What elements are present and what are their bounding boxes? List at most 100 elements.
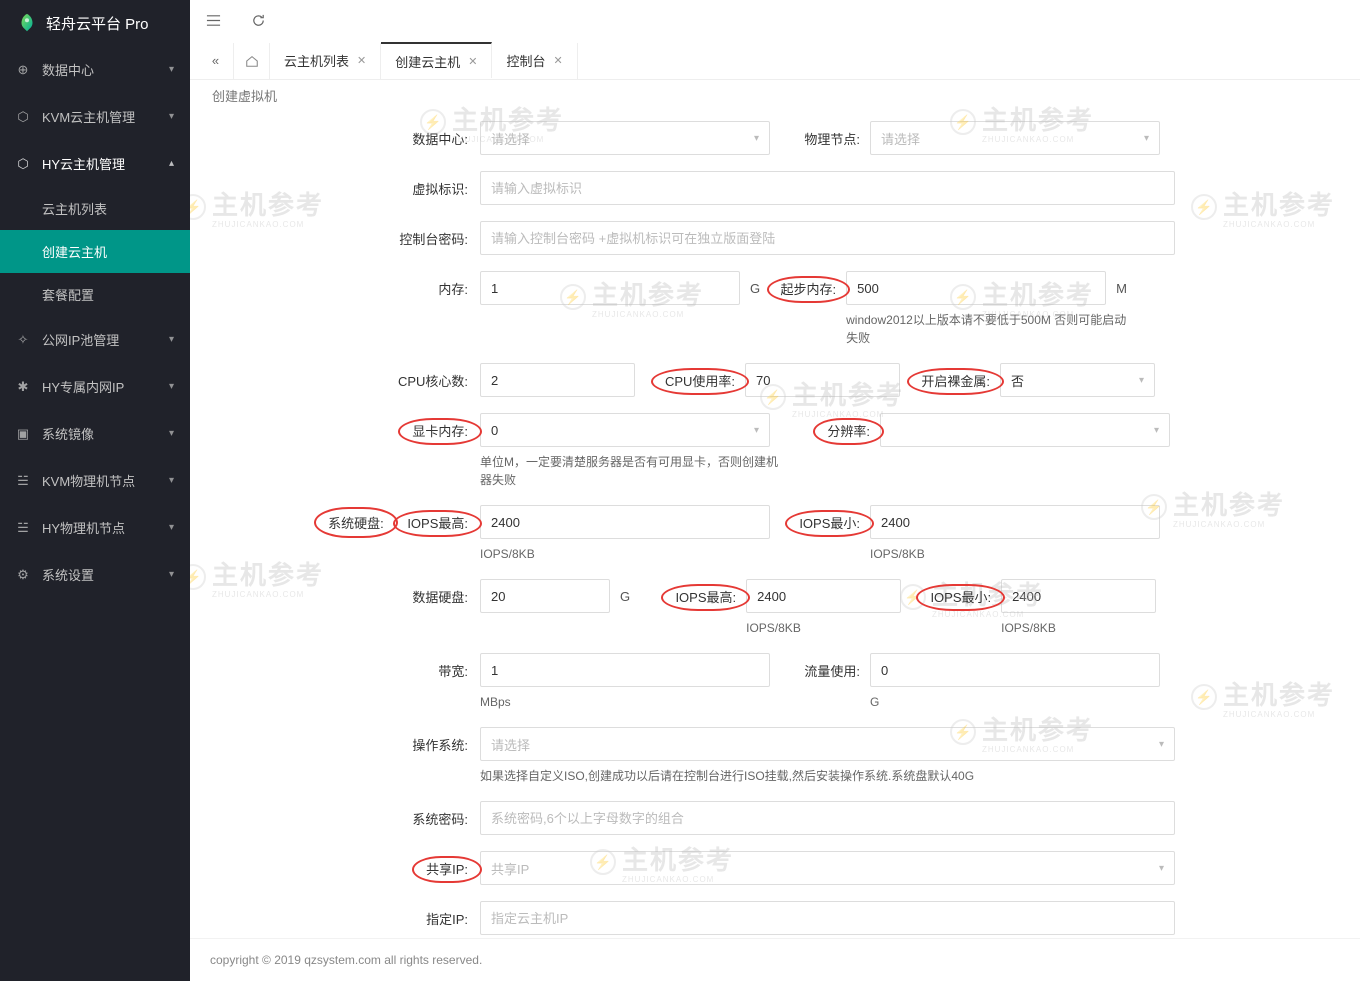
home-tab-icon[interactable] xyxy=(234,43,270,79)
hint-data-iops-max: IOPS/8KB xyxy=(746,619,901,637)
chevron-down-icon: ▾ xyxy=(169,569,174,580)
label-baremetal: 开启裸金属: xyxy=(921,374,990,389)
input-vmid[interactable] xyxy=(480,171,1175,205)
sidebar-item-images[interactable]: ▣ 系统镜像 ▾ xyxy=(0,410,190,457)
label-datadisk: 数据硬盘: xyxy=(190,579,480,606)
unit-memory: G xyxy=(744,281,766,296)
rocket-icon xyxy=(16,12,38,34)
input-cpuusage[interactable] xyxy=(745,363,900,397)
hint-iops-max: IOPS/8KB xyxy=(480,545,770,563)
input-cpucores[interactable] xyxy=(480,363,635,397)
cube-icon: ⬡ xyxy=(16,157,30,171)
select-node[interactable]: 请选择 ▾ xyxy=(870,121,1160,155)
label-cpuusage: CPU使用率: xyxy=(665,374,735,389)
cube-icon: ⬡ xyxy=(16,110,30,124)
label-datacenter: 数据中心: xyxy=(190,121,480,148)
tabs-prev-icon[interactable]: « xyxy=(198,43,234,79)
unit-start-memory: M xyxy=(1110,281,1133,296)
form-scroll[interactable]: ⚡主机参考ZHUJICANKAO.COM ⚡主机参考ZHUJICANKAO.CO… xyxy=(190,80,1360,938)
main: « 云主机列表 ✕ 创建云主机 ✕ 控制台 ✕ ⚡主机参考ZHUJICANKAO… xyxy=(190,0,1360,981)
input-syspwd[interactable] xyxy=(480,801,1175,835)
sidebar-item-kvmnode[interactable]: ☱ KVM物理机节点 ▾ xyxy=(0,457,190,504)
breadcrumb: 创建虚拟机 xyxy=(190,84,1360,113)
label-resolution: 分辨率: xyxy=(827,424,870,439)
label-iops-max: IOPS最高: xyxy=(407,516,468,531)
hint-start-memory: window2012以上版本请不要低于500M 否则可能启动失败 xyxy=(846,311,1136,347)
input-consolepwd[interactable] xyxy=(480,221,1175,255)
unit-datadisk: G xyxy=(614,589,636,604)
select-resolution[interactable]: ▾ xyxy=(880,413,1170,447)
select-shareip[interactable]: 共享IP ▾ xyxy=(480,851,1175,885)
input-start-memory[interactable] xyxy=(846,271,1106,305)
brand: 轻舟云平台 Pro xyxy=(0,0,190,46)
sidebar-item-ippool[interactable]: ✧ 公网IP池管理 ▾ xyxy=(0,316,190,363)
chevron-down-icon: ▾ xyxy=(169,111,174,122)
input-datadisk[interactable] xyxy=(480,579,610,613)
sidebar-sub-create[interactable]: 创建云主机 xyxy=(0,230,190,273)
network-icon: ✱ xyxy=(16,380,30,394)
input-data-iops-max[interactable] xyxy=(746,579,901,613)
select-gpumem[interactable]: 0 ▾ xyxy=(480,413,770,447)
layers-icon: ☱ xyxy=(16,474,30,488)
gear-icon: ⚙ xyxy=(16,568,30,582)
chevron-down-icon: ▾ xyxy=(754,133,759,144)
label-start-memory: 起步内存: xyxy=(781,282,837,297)
label-bandwidth: 带宽: xyxy=(190,653,480,680)
input-iops-min[interactable] xyxy=(870,505,1160,539)
close-icon[interactable]: ✕ xyxy=(553,54,562,67)
close-icon[interactable]: ✕ xyxy=(468,55,477,68)
topbar xyxy=(190,0,1360,42)
sidebar-sub-package[interactable]: 套餐配置 xyxy=(0,273,190,316)
refresh-icon[interactable] xyxy=(251,13,266,28)
label-sysdisk: 系统硬盘: xyxy=(328,513,384,532)
select-os[interactable]: 请选择 ▾ xyxy=(480,727,1175,761)
tabs-bar: « 云主机列表 ✕ 创建云主机 ✕ 控制台 ✕ xyxy=(190,42,1360,80)
input-traffic[interactable] xyxy=(870,653,1160,687)
chevron-down-icon: ▾ xyxy=(1139,375,1144,386)
sidebar-item-kvm[interactable]: ⬡ KVM云主机管理 ▾ xyxy=(0,93,190,140)
tab-create[interactable]: 创建云主机 ✕ xyxy=(381,42,492,78)
brand-title: 轻舟云平台 Pro xyxy=(46,13,149,34)
hint-data-iops-min: IOPS/8KB xyxy=(1001,619,1156,637)
input-memory[interactable] xyxy=(480,271,740,305)
sidebar-item-settings[interactable]: ⚙ 系统设置 ▾ xyxy=(0,551,190,598)
select-baremetal[interactable]: 否 ▾ xyxy=(1000,363,1155,397)
label-gpumem: 显卡内存: xyxy=(412,424,468,439)
hint-os: 如果选择自定义ISO,创建成功以后请在控制台进行ISO挂载,然后安装操作系统.系… xyxy=(480,767,1180,785)
create-vm-form: 创建虚拟机 数据中心: 请选择 ▾ 物理节点: 请选择 ▾ 虚 xyxy=(190,84,1360,938)
sidebar-item-hynode[interactable]: ☱ HY物理机节点 ▾ xyxy=(0,504,190,551)
chevron-down-icon: ▾ xyxy=(1159,739,1164,750)
hint-gpumem: 单位M，一定要清楚服务器是否有可用显卡，否则创建机器失败 xyxy=(480,453,780,489)
sidebar-item-hy[interactable]: ⬡ HY云主机管理 ▴ xyxy=(0,140,190,187)
chevron-down-icon: ▾ xyxy=(169,522,174,533)
input-assignip[interactable] xyxy=(480,901,1175,935)
label-node: 物理节点: xyxy=(770,121,870,148)
sidebar-item-datacenter[interactable]: ⊕ 数据中心 ▾ xyxy=(0,46,190,93)
layers-icon: ☱ xyxy=(16,521,30,535)
input-iops-max[interactable] xyxy=(480,505,770,539)
tab-hostlist[interactable]: 云主机列表 ✕ xyxy=(270,43,381,79)
label-traffic: 流量使用: xyxy=(770,653,870,680)
input-bandwidth[interactable] xyxy=(480,653,770,687)
label-data-iops-min: IOPS最小: xyxy=(930,590,991,605)
select-datacenter[interactable]: 请选择 ▾ xyxy=(480,121,770,155)
sidebar: 轻舟云平台 Pro ⊕ 数据中心 ▾ ⬡ KVM云主机管理 ▾ ⬡ HY云主机管… xyxy=(0,0,190,981)
image-icon: ▣ xyxy=(16,427,30,441)
footer: copyright © 2019 qzsystem.com all rights… xyxy=(190,938,1360,981)
input-data-iops-min[interactable] xyxy=(1001,579,1156,613)
label-syspwd: 系统密码: xyxy=(190,801,480,828)
chevron-down-icon: ▾ xyxy=(169,64,174,75)
sidebar-item-hyip[interactable]: ✱ HY专属内网IP ▾ xyxy=(0,363,190,410)
unit-traffic: G xyxy=(870,693,1160,711)
label-cpucores: CPU核心数: xyxy=(190,363,480,390)
chevron-down-icon: ▾ xyxy=(169,381,174,392)
tab-console[interactable]: 控制台 ✕ xyxy=(492,43,577,79)
chevron-down-icon: ▾ xyxy=(1159,863,1164,874)
close-icon[interactable]: ✕ xyxy=(357,54,366,67)
label-os: 操作系统: xyxy=(190,727,480,754)
label-vmid: 虚拟标识: xyxy=(190,171,480,198)
menu-toggle-icon[interactable] xyxy=(206,13,221,28)
globe-icon: ⊕ xyxy=(16,63,30,77)
label-memory: 内存: xyxy=(190,271,480,298)
sidebar-sub-hostlist[interactable]: 云主机列表 xyxy=(0,187,190,230)
